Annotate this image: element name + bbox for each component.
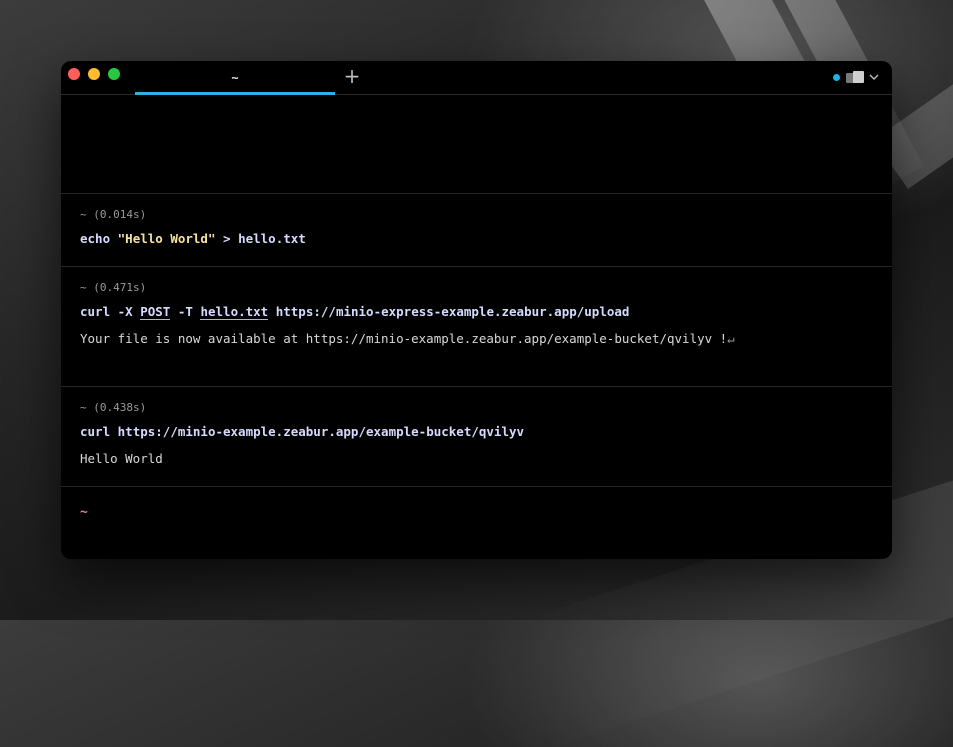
maximize-button[interactable] — [108, 68, 120, 80]
terminal-window: ~ + ~ (0.014s) echo "Hello World" > hell… — [61, 61, 892, 559]
title-bar: ~ + — [61, 61, 892, 95]
minimize-button[interactable] — [88, 68, 100, 80]
panes-icon[interactable] — [846, 71, 864, 83]
command-block[interactable]: ~ (0.014s) echo "Hello World" > hello.tx… — [61, 194, 892, 267]
close-button[interactable] — [68, 68, 80, 80]
command-block[interactable]: ~ (0.471s) curl -X POST -T hello.txt htt… — [61, 267, 892, 387]
block-meta: ~ (0.471s) — [80, 281, 147, 294]
command-flag: -T — [177, 304, 193, 319]
new-tab-button[interactable]: + — [342, 66, 362, 86]
command-line: curl -X POST -T hello.txt https://minio-… — [80, 303, 873, 321]
command-method-arg[interactable]: POST — [140, 304, 171, 320]
empty-scrollback — [61, 95, 892, 194]
command-url: https://minio-express-example.zeabur.app… — [275, 304, 630, 319]
command-file-arg[interactable]: hello.txt — [200, 304, 269, 320]
status-dot-icon — [833, 73, 840, 81]
chevron-down-icon[interactable] — [868, 71, 880, 83]
window-controls-right — [833, 69, 880, 85]
block-meta: ~ (0.014s) — [80, 208, 147, 221]
tab-home[interactable]: ~ — [135, 61, 335, 95]
command-program: curl — [80, 304, 111, 319]
tab-title: ~ — [231, 70, 239, 85]
block-meta: ~ (0.438s) — [80, 401, 147, 414]
command-line: echo "Hello World" > hello.txt — [80, 230, 873, 248]
command-redirect: > hello.txt — [223, 231, 306, 246]
plus-icon: + — [343, 64, 361, 88]
command-string-arg: "Hello World" — [117, 231, 216, 246]
active-tab-indicator — [135, 92, 335, 95]
command-output: Hello World — [80, 451, 163, 466]
command-program: curl — [80, 424, 111, 439]
input-area[interactable]: ~ — [61, 487, 892, 534]
prompt: ~ — [80, 505, 88, 520]
return-icon: ↵ — [727, 331, 735, 346]
output-text: Your file is now available at https://mi… — [80, 331, 728, 346]
command-url: https://minio-example.zeabur.app/example… — [117, 424, 525, 439]
command-output: Your file is now available at https://mi… — [80, 330, 873, 348]
command-flag: -X — [117, 304, 133, 319]
command-line: curl https://minio-example.zeabur.app/ex… — [80, 423, 873, 441]
command-program: echo — [80, 231, 111, 246]
command-block[interactable]: ~ (0.438s) curl https://minio-example.ze… — [61, 387, 892, 487]
